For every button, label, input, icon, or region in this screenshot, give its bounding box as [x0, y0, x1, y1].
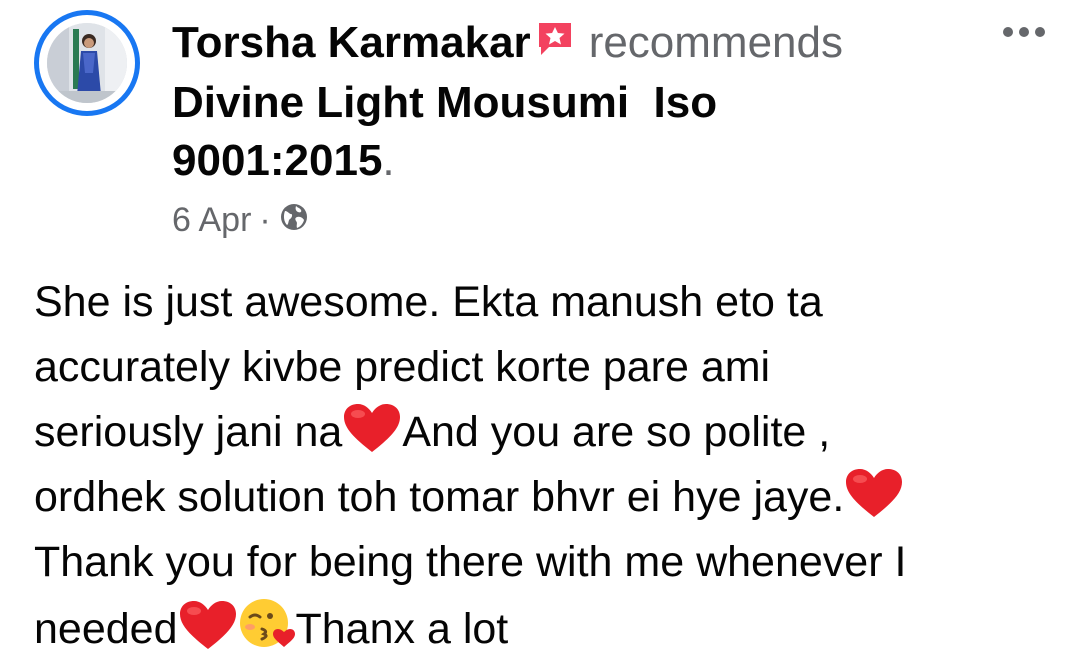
post-meta: 6 Apr ·	[172, 196, 309, 244]
author-avatar[interactable]	[34, 10, 140, 116]
body-line-6b: Thanx a lot	[295, 605, 509, 653]
body-line-1: She is just awesome. Ekta manush eto ta	[34, 278, 823, 326]
page-name-line2[interactable]: 9001:2015	[172, 136, 382, 185]
page-name-suffix: .	[382, 136, 395, 185]
body-line-3b: And you are so polite ,	[402, 408, 831, 456]
page-name-line1[interactable]: Divine Light Mousumi Iso	[172, 78, 717, 127]
body-line-4: ordhek solution toh tomar bhvr ei hye ja…	[34, 465, 1054, 530]
more-options-icon	[1003, 27, 1045, 37]
meta-separator: ·	[259, 200, 271, 239]
red-heart-emoji	[342, 402, 402, 473]
body-line-2: accurately kivbe predict korte pare ami	[34, 343, 771, 391]
face-blowing-a-kiss-emoji	[238, 595, 296, 670]
globe-icon[interactable]	[279, 202, 309, 241]
post-date[interactable]: 6 Apr	[172, 201, 251, 240]
action-text: recommends	[588, 18, 843, 67]
post-header: Torsha Karmakar recommends Divine Light …	[172, 14, 962, 190]
body-line-3a: seriously jani na	[34, 408, 343, 456]
recommend-badge-icon	[535, 16, 575, 74]
recommendation-post: Torsha Karmakar recommends Divine Light …	[0, 0, 1080, 653]
body-line-5: Thank you for being there with me whenev…	[34, 538, 907, 586]
body-line-3: seriously jani na And you are so polite …	[34, 400, 1054, 465]
post-body: She is just awesome. Ekta manush eto ta …	[34, 270, 1054, 660]
body-line-6a: needed	[34, 605, 178, 653]
red-heart-emoji	[178, 599, 238, 670]
avatar-photo	[47, 23, 127, 103]
body-line-4-text: ordhek solution toh tomar bhvr ei hye ja…	[34, 473, 845, 521]
red-heart-emoji	[844, 467, 904, 538]
body-line-6: needed Thanx a lot	[34, 595, 1054, 660]
author-name[interactable]: Torsha Karmakar	[172, 18, 531, 67]
more-options-button[interactable]	[996, 18, 1052, 46]
